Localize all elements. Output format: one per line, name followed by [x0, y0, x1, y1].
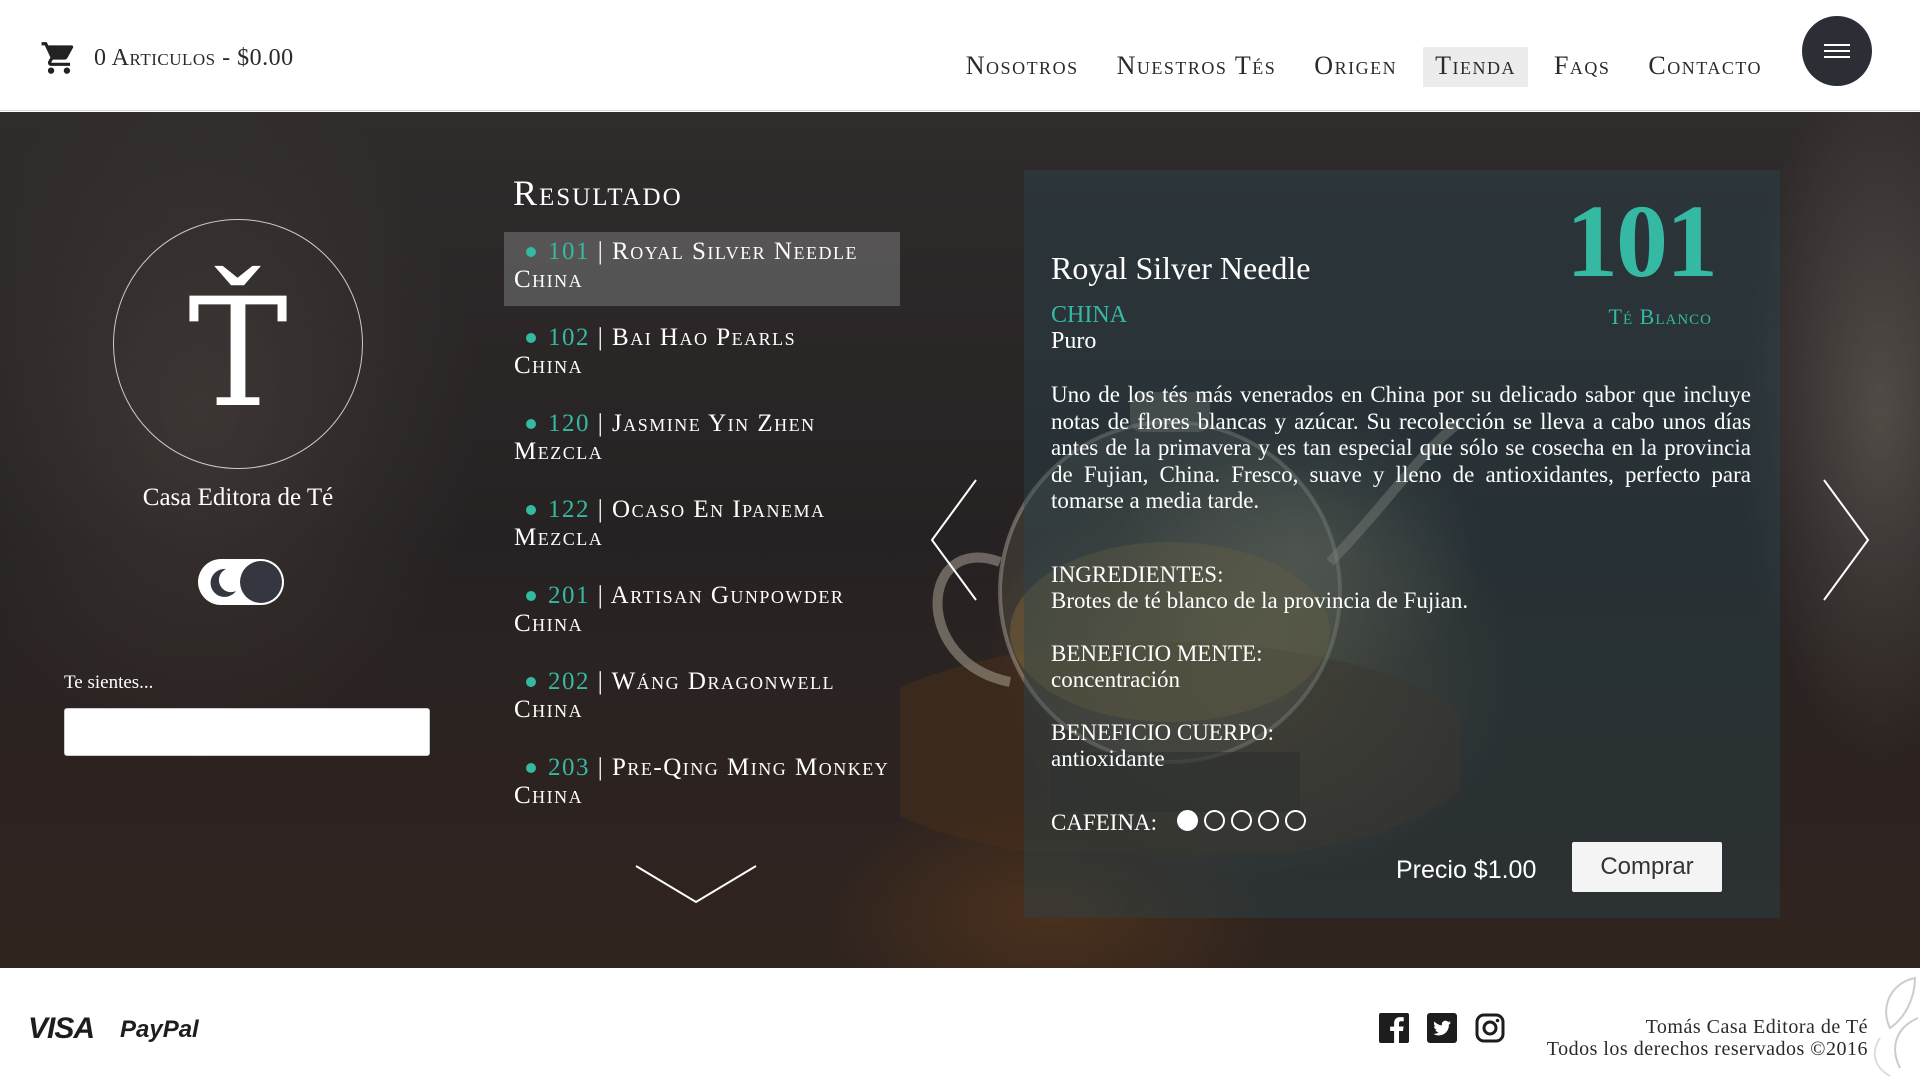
- results-list: 101 | Royal Silver Needle China 102 | Ba…: [504, 232, 934, 834]
- product-name: Royal Silver Needle: [1051, 250, 1311, 286]
- product-origin: CHINA: [1051, 302, 1127, 328]
- copyright-line-1: Tomás Casa Editora de Té: [1645, 1016, 1868, 1038]
- nav-item-tienda[interactable]: Tienda: [1423, 47, 1528, 87]
- result-item[interactable]: 201 | Artisan Gunpowder China: [504, 576, 934, 650]
- site-footer: VISA PayPal Tomás Casa Editora de Té Tod…: [0, 968, 1920, 1080]
- social-links: [1378, 1012, 1506, 1044]
- result-name: Ocaso En Ipanema: [612, 496, 826, 523]
- caffeine-dot: [1204, 810, 1225, 831]
- brand-logo: Ť: [113, 219, 363, 469]
- brand-name: Casa Editora de Té: [142, 484, 334, 511]
- theme-toggle[interactable]: [198, 559, 284, 605]
- result-origin: China: [514, 266, 584, 293]
- result-name: Pre-Qing Ming Monkey: [612, 754, 890, 781]
- result-origin: Mezcla: [514, 438, 604, 465]
- buy-button[interactable]: Comprar: [1572, 842, 1722, 892]
- result-code: 203: [548, 754, 590, 781]
- result-item[interactable]: 120 | Jasmine Yin Zhen Mezcla: [504, 404, 934, 478]
- cart-label: 0 Articulos - $0.00: [94, 44, 294, 71]
- moon-icon: [210, 568, 236, 597]
- result-code: 122: [548, 496, 590, 523]
- result-origin: China: [514, 352, 584, 379]
- result-item[interactable]: 202 | Wáng Dragonwell China: [504, 662, 934, 736]
- result-code: 120: [548, 410, 590, 437]
- caffeine-dot: [1258, 810, 1279, 831]
- menu-button[interactable]: [1802, 16, 1872, 86]
- result-name: Bai Hao Pearls: [612, 324, 797, 351]
- result-origin: China: [514, 696, 584, 723]
- product-blend: Puro: [1051, 328, 1097, 354]
- toggle-knob: [240, 561, 282, 603]
- twitter-icon[interactable]: [1426, 1012, 1458, 1044]
- feel-input[interactable]: [64, 708, 430, 756]
- product-type: Té Blanco: [1608, 304, 1712, 329]
- result-item[interactable]: 102 | Bai Hao Pearls China: [504, 318, 934, 392]
- nav-item-faqs[interactable]: Faqs: [1542, 47, 1622, 87]
- bullet-dot: [526, 332, 536, 343]
- main-nav: Nosotros Nuestros Tés Origen Tienda Faqs…: [954, 47, 1774, 87]
- caffeine-label: CAFEINA:: [1051, 810, 1158, 835]
- result-origin: Mezcla: [514, 524, 604, 551]
- result-code: 202: [548, 668, 590, 695]
- result-item[interactable]: 203 | Pre-Qing Ming Monkey China: [504, 748, 934, 822]
- result-code: 102: [548, 324, 590, 351]
- chevron-right-icon[interactable]: [1822, 478, 1872, 602]
- product-price: Precio $1.00: [1396, 856, 1537, 884]
- nav-item-origen[interactable]: Origen: [1302, 47, 1409, 87]
- cart-icon: [41, 42, 74, 74]
- caffeine-dot: [1231, 810, 1252, 831]
- result-name: Wáng Dragonwell: [611, 668, 835, 695]
- visa-logo: VISA: [28, 1012, 95, 1045]
- result-code: 201: [548, 582, 590, 609]
- result-origin: China: [514, 610, 584, 637]
- bullet-dot: [526, 590, 536, 601]
- caffeine-dot: [1177, 810, 1198, 831]
- shop-hero: Ť Casa Editora de Té Te sientes... Resul…: [0, 112, 1920, 968]
- logo-letter: Ť: [187, 267, 289, 441]
- chevron-left-icon[interactable]: [928, 478, 978, 602]
- nav-item-nuestros-tes[interactable]: Nuestros Tés: [1105, 47, 1289, 87]
- bullet-dot: [526, 504, 536, 515]
- bullet-dot: [526, 246, 536, 257]
- result-origin: China: [514, 782, 584, 809]
- hamburger-menu-icon: [1824, 44, 1850, 58]
- copyright: Tomás Casa Editora de Té Todos los derec…: [1547, 1016, 1868, 1060]
- nav-item-contacto[interactable]: Contacto: [1636, 47, 1774, 87]
- product-detail-panel: Royal Silver Needle 101 Té Blanco CHINA …: [1024, 170, 1780, 918]
- facebook-icon[interactable]: [1378, 1012, 1410, 1044]
- result-item[interactable]: 122 | Ocaso En Ipanema Mezcla: [504, 490, 934, 564]
- instagram-icon[interactable]: [1474, 1012, 1506, 1044]
- result-code: 101: [548, 238, 590, 265]
- cart-summary[interactable]: 0 Articulos - $0.00: [40, 38, 294, 78]
- ingredients-label: INGREDIENTES:: [1051, 562, 1224, 587]
- body-benefit-label: BENEFICIO CUERPO:: [1051, 720, 1274, 745]
- result-name: Artisan Gunpowder: [610, 582, 845, 609]
- bullet-dot: [526, 762, 536, 773]
- caffeine-dot: [1285, 810, 1306, 831]
- chevron-down-icon[interactable]: [634, 862, 758, 906]
- site-header: 0 Articulos - $0.00 Nosotros Nuestros Té…: [0, 0, 1920, 111]
- result-item[interactable]: 101 | Royal Silver Needle China: [504, 232, 900, 306]
- bullet-dot: [526, 418, 536, 429]
- product-number: 101: [1566, 184, 1718, 299]
- result-name: Royal Silver Needle: [612, 238, 858, 265]
- mind-benefit-label: BENEFICIO MENTE:: [1051, 641, 1263, 666]
- feel-label: Te sientes...: [64, 672, 154, 693]
- paypal-logo: PayPal: [120, 1016, 199, 1043]
- bullet-dot: [526, 676, 536, 687]
- mind-benefit-value: concentración: [1051, 667, 1180, 692]
- caffeine-rating: [1177, 810, 1306, 831]
- result-name: Jasmine Yin Zhen: [612, 410, 816, 437]
- nav-item-nosotros[interactable]: Nosotros: [954, 47, 1091, 87]
- results-title: Resultado: [513, 173, 683, 213]
- product-description: Uno de los tés más venerados en China po…: [1051, 382, 1751, 513]
- copyright-line-2: Todos los derechos reservados ©2016: [1546, 1038, 1868, 1060]
- body-benefit-value: antioxidante: [1051, 746, 1165, 771]
- leaf-decoration-icon: [1873, 976, 1919, 1077]
- ingredients-value: Brotes de té blanco de la provincia de F…: [1051, 588, 1469, 613]
